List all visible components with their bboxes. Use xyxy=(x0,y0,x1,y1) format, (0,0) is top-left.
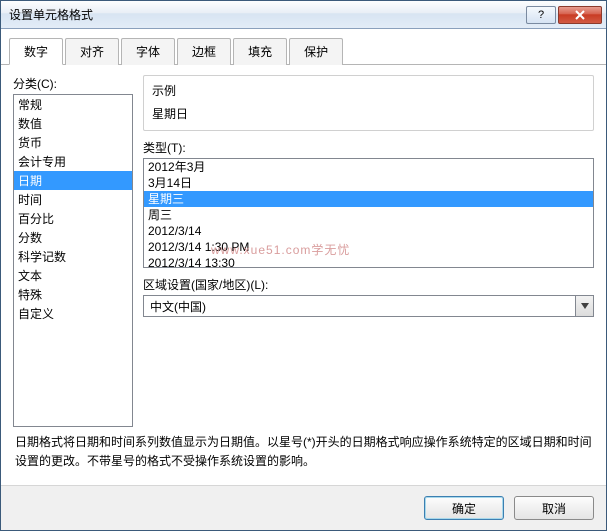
locale-row: 区域设置(国家/地区)(L): 中文(中国) xyxy=(143,276,594,317)
category-column: 分类(C): 常规 数值 货币 会计专用 日期 时间 百分比 分数 科学记数 文… xyxy=(13,75,133,427)
details-column: 示例 星期日 类型(T): 2012年3月 3月14日 星期三 周三 2012/… xyxy=(143,75,594,427)
window-title: 设置单元格格式 xyxy=(9,6,526,23)
titlebar: 设置单元格格式 ? xyxy=(1,1,606,29)
upper-panel: 分类(C): 常规 数值 货币 会计专用 日期 时间 百分比 分数 科学记数 文… xyxy=(13,75,594,427)
category-item-time[interactable]: 时间 xyxy=(14,190,132,209)
sample-value: 星期日 xyxy=(152,101,585,122)
cancel-button[interactable]: 取消 xyxy=(514,496,594,520)
footer: 确定 取消 xyxy=(1,485,606,530)
sample-label: 示例 xyxy=(152,82,585,99)
close-button[interactable] xyxy=(558,6,602,24)
category-item-scientific[interactable]: 科学记数 xyxy=(14,247,132,266)
locale-value: 中文(中国) xyxy=(144,296,575,316)
type-item[interactable]: 周三 xyxy=(144,207,593,223)
combo-dropdown-button[interactable] xyxy=(575,296,593,316)
type-item[interactable]: 2012年3月 xyxy=(144,159,593,175)
category-item-number[interactable]: 数值 xyxy=(14,114,132,133)
help-button[interactable]: ? xyxy=(526,6,556,24)
category-item-accounting[interactable]: 会计专用 xyxy=(14,152,132,171)
sample-box: 示例 星期日 xyxy=(143,75,594,131)
type-list[interactable]: 2012年3月 3月14日 星期三 周三 2012/3/14 2012/3/14… xyxy=(143,158,594,268)
type-item[interactable]: 2012/3/14 1:30 PM xyxy=(144,239,593,255)
type-item-selected[interactable]: 星期三 xyxy=(144,191,593,207)
category-item-percentage[interactable]: 百分比 xyxy=(14,209,132,228)
category-item-fraction[interactable]: 分数 xyxy=(14,228,132,247)
category-item-text[interactable]: 文本 xyxy=(14,266,132,285)
category-item-date[interactable]: 日期 xyxy=(14,171,132,190)
type-item[interactable]: 2012/3/14 xyxy=(144,223,593,239)
close-icon xyxy=(574,10,586,20)
description-text: 日期格式将日期和时间系列数值显示为日期值。以星号(*)开头的日期格式响应操作系统… xyxy=(13,427,594,479)
category-item-custom[interactable]: 自定义 xyxy=(14,304,132,323)
category-item-special[interactable]: 特殊 xyxy=(14,285,132,304)
content-area: 分类(C): 常规 数值 货币 会计专用 日期 时间 百分比 分数 科学记数 文… xyxy=(1,65,606,485)
window-buttons: ? xyxy=(526,6,602,24)
ok-button[interactable]: 确定 xyxy=(424,496,504,520)
tab-font[interactable]: 字体 xyxy=(121,38,175,65)
tab-protection[interactable]: 保护 xyxy=(289,38,343,65)
tab-strip: 数字 对齐 字体 边框 填充 保护 xyxy=(1,29,606,65)
tab-number[interactable]: 数字 xyxy=(9,38,63,65)
chevron-down-icon xyxy=(581,303,589,309)
tab-fill[interactable]: 填充 xyxy=(233,38,287,65)
type-label: 类型(T): xyxy=(143,139,594,156)
category-item-general[interactable]: 常规 xyxy=(14,95,132,114)
category-label: 分类(C): xyxy=(13,75,133,92)
dialog-window: 设置单元格格式 ? 数字 对齐 字体 边框 填充 保护 分类(C): 常规 数值… xyxy=(0,0,607,531)
type-item[interactable]: 3月14日 xyxy=(144,175,593,191)
locale-combo[interactable]: 中文(中国) xyxy=(143,295,594,317)
type-item[interactable]: 2012/3/14 13:30 xyxy=(144,255,593,268)
locale-label: 区域设置(国家/地区)(L): xyxy=(143,276,594,293)
category-item-currency[interactable]: 货币 xyxy=(14,133,132,152)
category-list[interactable]: 常规 数值 货币 会计专用 日期 时间 百分比 分数 科学记数 文本 特殊 自定… xyxy=(13,94,133,427)
tab-alignment[interactable]: 对齐 xyxy=(65,38,119,65)
tab-border[interactable]: 边框 xyxy=(177,38,231,65)
